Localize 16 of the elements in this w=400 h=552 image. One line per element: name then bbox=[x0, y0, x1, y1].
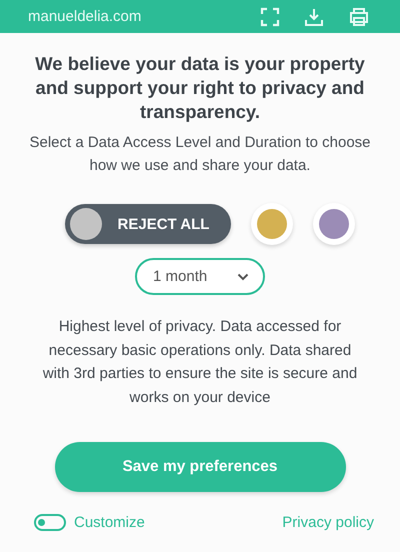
level-description: Highest level of privacy. Data accessed for necessary basic operations only. Data shared with 3rd parties to ensure the site is secure and works on your device bbox=[42, 317, 358, 408]
dialog-heading: We believe your data is your property and support your right to privacy and transparency. bbox=[34, 52, 366, 124]
duration-dropdown[interactable]: 1 month bbox=[135, 258, 265, 295]
intro-text: Select a Data Access Level and Duration to choose how we use and share your data. bbox=[28, 133, 372, 176]
download-icon[interactable] bbox=[304, 6, 324, 26]
toggle-switch[interactable] bbox=[34, 514, 66, 531]
fullscreen-icon[interactable] bbox=[260, 6, 280, 26]
print-icon[interactable] bbox=[348, 6, 370, 26]
chevron-icon bbox=[237, 272, 249, 280]
customize-link[interactable]: Customize bbox=[74, 514, 145, 531]
save-button[interactable]: Save my preferences bbox=[54, 442, 346, 492]
privacy-policy-link[interactable]: Privacy policy bbox=[282, 514, 374, 531]
level-option[interactable] bbox=[313, 203, 356, 245]
site-name: manueldelia.com bbox=[28, 8, 142, 25]
level-option[interactable]: REJECT ALL bbox=[64, 204, 232, 244]
level-option[interactable] bbox=[251, 203, 294, 245]
